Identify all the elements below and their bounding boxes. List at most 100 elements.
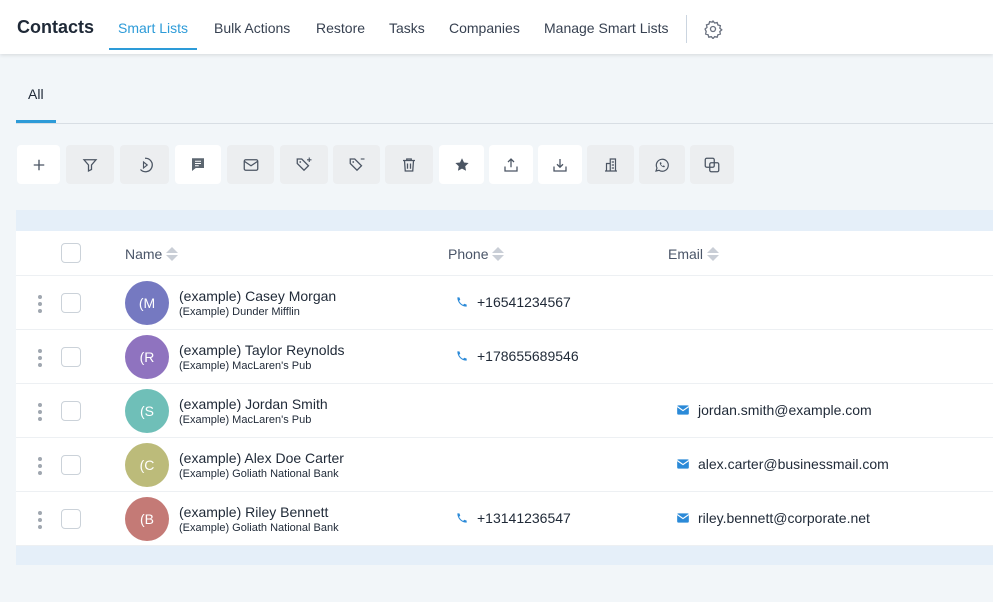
table-row[interactable]: (M (example) Casey Morgan (Example) Dunder… bbox=[16, 276, 993, 330]
divider bbox=[686, 15, 687, 43]
phone-icon bbox=[457, 351, 467, 361]
contact-name[interactable]: (example) Alex Doe Carter bbox=[179, 450, 344, 466]
star-button[interactable] bbox=[439, 145, 484, 184]
avatar: (S bbox=[125, 389, 169, 433]
contact-company: (Example) Dunder Mifflin bbox=[179, 306, 300, 318]
merge-icon bbox=[704, 157, 720, 172]
contact-phone[interactable]: +178655689546 bbox=[455, 348, 579, 364]
email-icon bbox=[676, 459, 690, 469]
contact-name[interactable]: (example) Taylor Reynolds bbox=[179, 342, 344, 358]
table-bottom-band bbox=[16, 546, 993, 565]
phone-icon bbox=[457, 297, 467, 307]
row-menu-icon[interactable] bbox=[38, 457, 42, 475]
sms-button[interactable] bbox=[175, 145, 221, 184]
whatsapp-button[interactable] bbox=[639, 145, 685, 184]
phone-value: +16541234567 bbox=[477, 294, 571, 310]
export-button[interactable] bbox=[489, 145, 533, 184]
email-value: riley.bennett@corporate.net bbox=[698, 510, 870, 526]
column-email[interactable]: Email bbox=[668, 246, 720, 262]
email-icon bbox=[676, 513, 690, 523]
campaign-icon bbox=[139, 157, 153, 172]
contact-name[interactable]: (example) Casey Morgan bbox=[179, 288, 336, 304]
contact-email[interactable]: riley.bennett@corporate.net bbox=[676, 510, 870, 526]
column-name[interactable]: Name bbox=[125, 246, 179, 262]
contact-name[interactable]: (example) Riley Bennett bbox=[179, 504, 328, 520]
email-value: alex.carter@businessmail.com bbox=[698, 456, 889, 472]
avatar: (B bbox=[125, 497, 169, 541]
nav-manage-smart-lists[interactable]: Manage Smart Lists bbox=[544, 20, 669, 36]
contact-email[interactable]: jordan.smith@example.com bbox=[676, 402, 872, 418]
column-phone-label: Phone bbox=[448, 246, 489, 262]
delete-button[interactable] bbox=[385, 145, 433, 184]
row-menu-icon[interactable] bbox=[38, 403, 42, 421]
contact-company: (Example) MacLaren's Pub bbox=[179, 360, 312, 372]
table-row[interactable]: (S (example) Jordan Smith (Example) MacLar… bbox=[16, 384, 993, 438]
email-value: jordan.smith@example.com bbox=[698, 402, 872, 418]
active-nav-indicator bbox=[109, 48, 197, 50]
row-checkbox[interactable] bbox=[61, 509, 81, 529]
avatar: (C bbox=[125, 443, 169, 487]
sort-icon bbox=[707, 247, 720, 261]
avatar: (R bbox=[125, 335, 169, 379]
add-icon bbox=[33, 159, 44, 170]
top-bar: Contacts Smart Lists Bulk Actions Restor… bbox=[0, 0, 993, 54]
sort-icon bbox=[492, 247, 505, 261]
row-checkbox[interactable] bbox=[61, 347, 81, 367]
column-email-label: Email bbox=[668, 246, 704, 262]
nav-smart-lists[interactable]: Smart Lists bbox=[118, 20, 188, 36]
phone-value: +13141236547 bbox=[477, 510, 571, 526]
contact-company: (Example) MacLaren's Pub bbox=[179, 414, 312, 426]
company-icon bbox=[604, 157, 617, 172]
gear-icon[interactable] bbox=[703, 19, 723, 39]
contact-email[interactable]: alex.carter@businessmail.com bbox=[676, 456, 889, 472]
divider bbox=[16, 123, 993, 124]
contacts-table: Name Phone Email (M (example) Casey Morga… bbox=[16, 231, 993, 546]
table-row[interactable]: (R (example) Taylor Reynolds (Example) Mac… bbox=[16, 330, 993, 384]
row-menu-icon[interactable] bbox=[38, 295, 42, 313]
export-icon bbox=[504, 157, 518, 172]
merge-button[interactable] bbox=[690, 145, 734, 184]
contact-phone[interactable]: +13141236547 bbox=[455, 510, 571, 526]
email-icon bbox=[243, 158, 258, 171]
table-header: Name Phone Email bbox=[16, 231, 993, 276]
contact-phone[interactable]: +16541234567 bbox=[455, 294, 571, 310]
add-tag-icon bbox=[296, 157, 312, 171]
import-icon bbox=[553, 158, 567, 172]
filter-button[interactable] bbox=[66, 145, 114, 184]
remove-tag-button[interactable] bbox=[333, 145, 380, 184]
nav-companies[interactable]: Companies bbox=[449, 20, 520, 36]
row-checkbox[interactable] bbox=[61, 293, 81, 313]
phone-value: +178655689546 bbox=[477, 348, 579, 364]
table-row[interactable]: (B (example) Riley Bennett (Example) Golia… bbox=[16, 492, 993, 546]
contact-company: (Example) Goliath National Bank bbox=[179, 468, 339, 480]
avatar: (M bbox=[125, 281, 169, 325]
remove-tag-icon bbox=[349, 157, 364, 171]
delete-icon bbox=[403, 157, 415, 172]
import-button[interactable] bbox=[538, 145, 582, 184]
email-button[interactable] bbox=[227, 145, 274, 184]
email-icon bbox=[676, 405, 690, 415]
nav-restore[interactable]: Restore bbox=[316, 20, 365, 36]
table-row[interactable]: (C (example) Alex Doe Carter (Example) Gol… bbox=[16, 438, 993, 492]
nav-tasks[interactable]: Tasks bbox=[389, 20, 425, 36]
star-icon bbox=[454, 157, 469, 171]
add-tag-button[interactable] bbox=[280, 145, 328, 184]
whatsapp-icon bbox=[655, 158, 669, 172]
company-button[interactable] bbox=[587, 145, 634, 184]
contact-name[interactable]: (example) Jordan Smith bbox=[179, 396, 328, 412]
table-top-band bbox=[16, 210, 993, 231]
row-checkbox[interactable] bbox=[61, 401, 81, 421]
page-title: Contacts bbox=[17, 17, 95, 37]
sms-icon bbox=[192, 157, 204, 171]
campaign-button[interactable] bbox=[120, 145, 169, 184]
row-checkbox[interactable] bbox=[61, 455, 81, 475]
contact-company: (Example) Goliath National Bank bbox=[179, 522, 339, 534]
row-menu-icon[interactable] bbox=[38, 349, 42, 367]
row-menu-icon[interactable] bbox=[38, 511, 42, 529]
add-button[interactable] bbox=[17, 145, 60, 184]
column-phone[interactable]: Phone bbox=[448, 246, 505, 262]
tab-all[interactable]: All bbox=[28, 86, 44, 102]
nav-bulk-actions[interactable]: Bulk Actions bbox=[214, 20, 290, 36]
phone-icon bbox=[457, 513, 467, 523]
select-all-checkbox[interactable] bbox=[61, 243, 81, 263]
